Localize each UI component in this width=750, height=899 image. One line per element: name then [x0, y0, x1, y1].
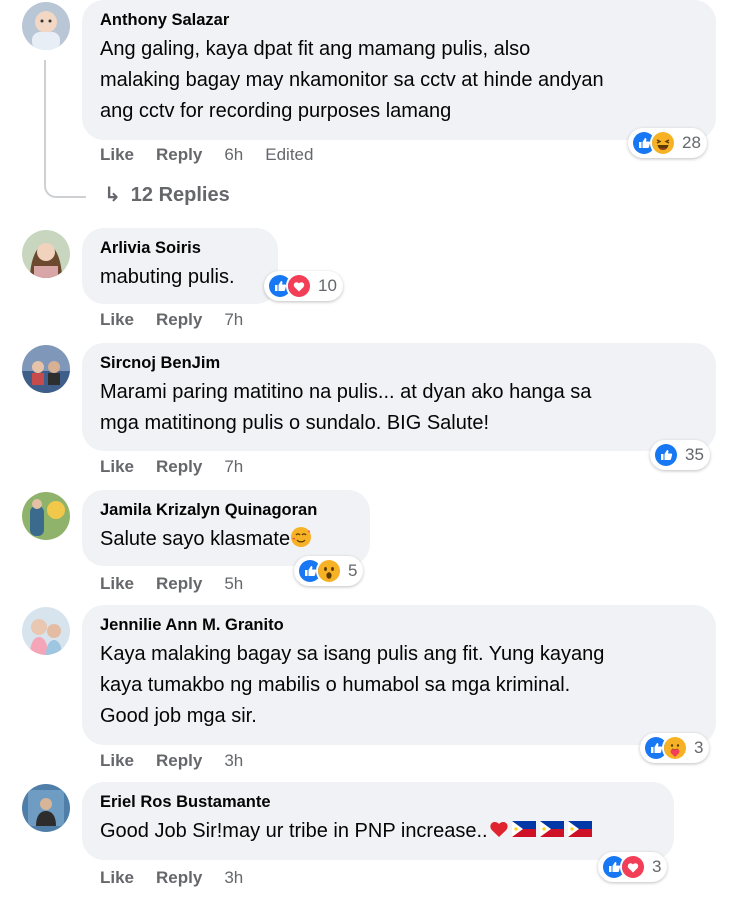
reply-button[interactable]: Reply [156, 310, 202, 329]
comment-actions: Like Reply 3h [100, 868, 265, 888]
like-button[interactable]: Like [100, 751, 134, 770]
reaction-summary[interactable]: 35 [650, 440, 710, 470]
comment-timestamp[interactable]: 5h [224, 574, 243, 593]
comment-line: kaya tumakbo ng mabilis o humabol sa mga… [100, 674, 571, 696]
like-button[interactable]: Like [100, 457, 134, 476]
comment-author[interactable]: Eriel Ros Bustamante [100, 792, 656, 812]
comment-line: Salute sayo klasmate [100, 528, 291, 550]
like-button[interactable]: Like [100, 310, 134, 329]
comment-timestamp[interactable]: 3h [224, 751, 243, 770]
avatar[interactable] [22, 784, 70, 832]
reaction-summary[interactable]: 10 [264, 271, 343, 301]
reaction-count: 3 [694, 738, 704, 757]
reaction-summary[interactable]: 3 [640, 733, 710, 763]
view-replies-link[interactable]: ↳ 12 Replies [104, 182, 230, 207]
avatar[interactable] [22, 2, 70, 50]
comment-line: mga matitinong pulis o sundalo. BIG Salu… [100, 412, 490, 434]
reaction-summary[interactable]: 28 [628, 128, 707, 158]
reply-button[interactable]: Reply [156, 145, 202, 164]
comment-author[interactable]: Jennilie Ann M. Granito [100, 615, 698, 635]
reply-button[interactable]: Reply [156, 868, 202, 887]
comment-timestamp[interactable]: 7h [224, 457, 243, 476]
like-reaction-icon [653, 442, 679, 468]
like-button[interactable]: Like [100, 574, 134, 593]
reaction-summary[interactable]: 5 [294, 556, 364, 586]
comment-author[interactable]: Arlivia Soiris [100, 238, 260, 258]
avatar[interactable] [22, 492, 70, 540]
comment-bubble: Arlivia Soiris mabuting pulis. [82, 228, 278, 304]
avatar[interactable] [22, 345, 70, 393]
reaction-count: 10 [318, 276, 337, 295]
comment-thread: Anthony Salazar Ang galing, kaya dpat fi… [0, 0, 750, 899]
comment-bubble: Sircnoj BenJim Marami paring matitino na… [82, 343, 716, 451]
thread-connector [44, 60, 86, 198]
reaction-summary[interactable]: 3 [598, 852, 668, 882]
comment-line: Good job mga sir. [100, 705, 257, 727]
reply-button[interactable]: Reply [156, 751, 202, 770]
comment-author[interactable]: Sircnoj BenJim [100, 353, 698, 373]
reaction-count: 3 [652, 857, 662, 876]
comment-line: mabuting pulis. [100, 266, 235, 288]
comment-line: ang cctv for recording purposes lamang [100, 100, 452, 122]
comment-actions: Like Reply 7h [100, 310, 265, 330]
reply-button[interactable]: Reply [156, 574, 202, 593]
comment-bubble: Jennilie Ann M. Granito Kaya malaking ba… [82, 605, 716, 745]
like-button[interactable]: Like [100, 145, 134, 164]
comment-actions: Like Reply 5h [100, 574, 265, 594]
reaction-count: 5 [348, 561, 358, 580]
comment-timestamp[interactable]: 6h [224, 145, 243, 164]
haha-reaction-icon [650, 130, 676, 156]
comment-author[interactable]: Jamila Krizalyn Quinagoran [100, 500, 352, 520]
edited-label: Edited [265, 145, 314, 164]
comment-actions: Like Reply 3h [100, 751, 265, 771]
reply-button[interactable]: Reply [156, 457, 202, 476]
comment-bubble: Anthony Salazar Ang galing, kaya dpat fi… [82, 0, 716, 140]
replies-count-label: 12 Replies [130, 184, 230, 206]
comment-text: Marami paring matitino na pulis... at dy… [100, 377, 698, 439]
avatar[interactable] [22, 230, 70, 278]
comment-timestamp[interactable]: 3h [224, 868, 243, 887]
comment-author[interactable]: Anthony Salazar [100, 10, 698, 30]
comment-bubble: Eriel Ros Bustamante Good Job Sir!may ur… [82, 782, 674, 860]
comment-actions: Like Reply 7h [100, 457, 265, 477]
reaction-count: 28 [682, 133, 701, 152]
love-reaction-icon [286, 273, 312, 299]
comment-text: Good Job Sir!may ur tribe in PNP increas… [100, 816, 656, 850]
smiling-face-with-hearts-emoji [290, 526, 312, 558]
comment-text: Salute sayo klasmate [100, 524, 352, 558]
comment-line: malaking bagay may nkamonitor sa cctv at… [100, 69, 604, 91]
like-button[interactable]: Like [100, 868, 134, 887]
comment-text: mabuting pulis. [100, 262, 260, 293]
wow-reaction-icon [316, 558, 342, 584]
care-reaction-icon [662, 735, 688, 761]
comment-actions: Like Reply 6h Edited [100, 145, 335, 165]
comment-line: Good Job Sir!may ur tribe in PNP increas… [100, 820, 488, 842]
comment-timestamp[interactable]: 7h [224, 310, 243, 329]
comment-line: Kaya malaking bagay sa isang pulis ang f… [100, 643, 605, 665]
heart-and-philippine-flags-emoji [488, 818, 598, 850]
comment-text: Ang galing, kaya dpat fit ang mamang pul… [100, 34, 698, 127]
comment-line: Marami paring matitino na pulis... at dy… [100, 381, 592, 403]
comment-text: Kaya malaking bagay sa isang pulis ang f… [100, 639, 698, 732]
reply-arrow-icon: ↳ [104, 184, 121, 206]
reaction-count: 35 [685, 445, 704, 464]
comment-line: Ang galing, kaya dpat fit ang mamang pul… [100, 38, 531, 60]
avatar[interactable] [22, 607, 70, 655]
love-reaction-icon [620, 854, 646, 880]
comment-bubble: Jamila Krizalyn Quinagoran Salute sayo k… [82, 490, 370, 566]
